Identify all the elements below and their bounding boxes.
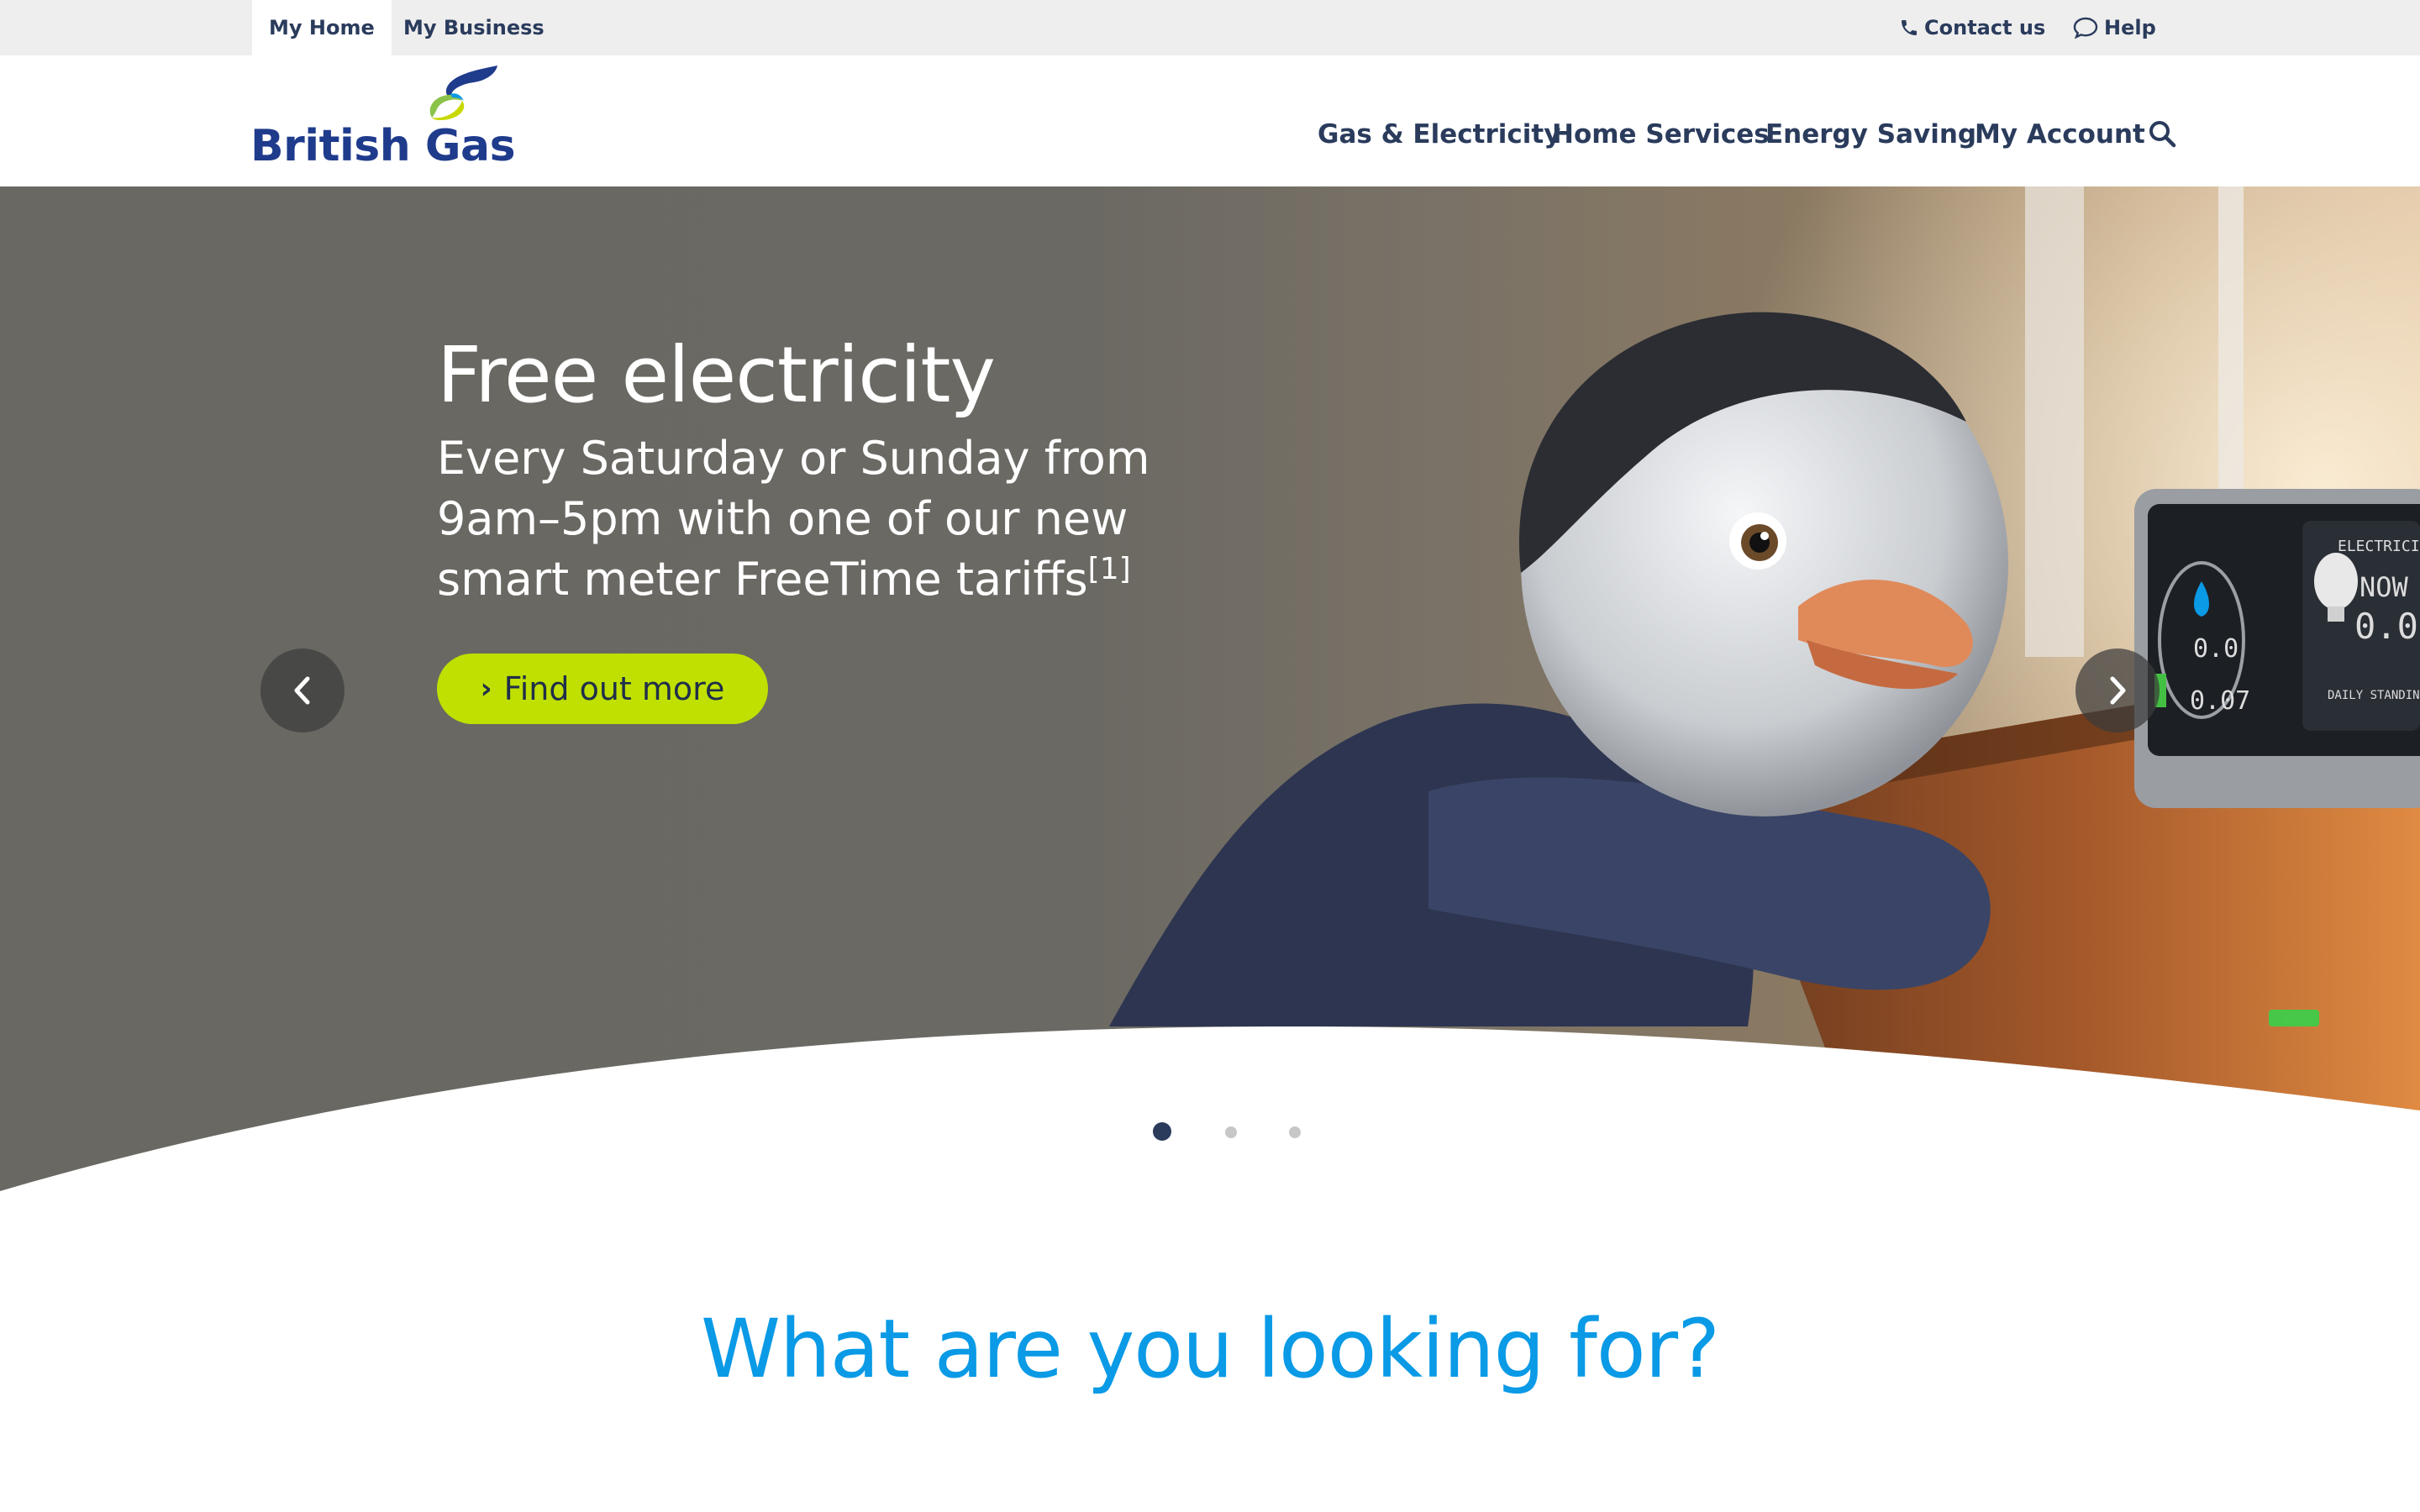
hero-curve-divider xyxy=(0,1026,2420,1194)
chevron-left-icon xyxy=(294,676,310,705)
carousel-dot-2[interactable] xyxy=(1225,1126,1237,1138)
search-button[interactable] xyxy=(2148,119,2178,150)
logo-wordmark: British Gas xyxy=(250,121,516,171)
nav-home-services[interactable]: Home Services xyxy=(1552,119,1770,150)
hero-carousel: ELECTRICITY NOW 0.000 0.0 0.07 DAILY STA… xyxy=(0,186,2420,1194)
search-icon xyxy=(2149,121,2176,148)
nav-my-account[interactable]: My Account xyxy=(1975,119,2145,150)
carousel-prev-button[interactable] xyxy=(260,648,345,732)
footnote-link[interactable]: [1] xyxy=(1088,552,1131,586)
nav-energy-saving[interactable]: Energy Saving xyxy=(1765,119,1976,150)
hero-copy: Free electricity Every Saturday or Sunda… xyxy=(437,329,1193,610)
chevron-right-icon xyxy=(2110,676,2126,705)
tab-my-home[interactable]: My Home xyxy=(252,0,392,55)
flame-logo-icon xyxy=(429,66,497,121)
site-header: British Gas Gas & Electricity Home Servi… xyxy=(0,55,2420,186)
tab-my-business[interactable]: My Business xyxy=(387,0,561,55)
chevron-right-small-icon: › xyxy=(480,672,492,706)
british-gas-logo[interactable]: British Gas xyxy=(250,64,516,181)
carousel-pagination xyxy=(0,1122,2420,1142)
section-title: What are you looking for? xyxy=(700,1302,1720,1396)
hero-subtitle: Every Saturday or Sunday from 9am–5pm wi… xyxy=(437,428,1193,610)
contact-us-label: Contact us xyxy=(1924,16,2046,39)
hero-title: Free electricity xyxy=(437,330,996,420)
find-out-more-button[interactable]: › Find out more xyxy=(437,654,768,724)
hero-subtitle-line-1: Every Saturday or Sunday from xyxy=(437,432,1150,485)
phone-icon xyxy=(1899,17,1919,39)
help-label: Help xyxy=(2104,16,2156,39)
contact-us-link[interactable]: Contact us xyxy=(1899,0,2045,55)
carousel-dot-3[interactable] xyxy=(1289,1126,1301,1138)
hero-subtitle-line-2: 9am–5pm with one of our new xyxy=(437,492,1128,545)
find-out-more-label: Find out more xyxy=(503,670,725,707)
speech-bubble-icon xyxy=(2072,16,2099,39)
top-utility-bar: My Home My Business Contact us Help xyxy=(0,0,2420,55)
carousel-next-button[interactable] xyxy=(2075,648,2160,732)
hero-subtitle-line-3: smart meter FreeTime tariffs xyxy=(437,553,1088,606)
help-link[interactable]: Help xyxy=(2072,0,2156,55)
nav-gas-electricity[interactable]: Gas & Electricity xyxy=(1318,119,1560,150)
carousel-dot-1[interactable] xyxy=(1153,1122,1171,1141)
